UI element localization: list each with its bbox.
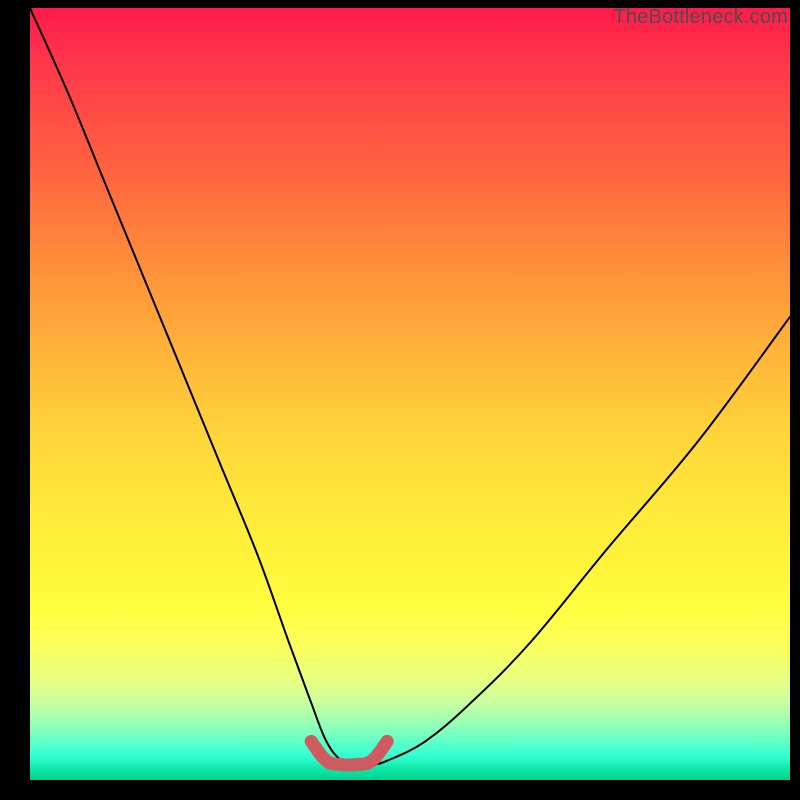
bottleneck-curve [30,8,790,765]
chart-stage: TheBottleneck.com [0,0,800,800]
curve-layer [30,8,790,780]
bottleneck-floor-highlight [311,741,387,765]
plot-area [30,8,790,780]
